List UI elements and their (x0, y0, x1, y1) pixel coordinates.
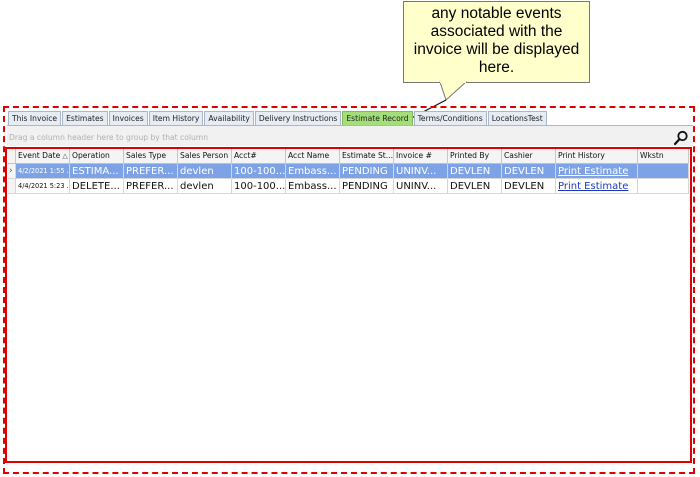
column-header-estimate-status[interactable]: Estimate St... (340, 149, 394, 164)
tab-estimate-record[interactable]: Estimate Record (342, 111, 413, 125)
cell-operation[interactable]: DELETE... (70, 179, 124, 194)
column-header-print-history[interactable]: Print History (556, 149, 638, 164)
cell-printed-by[interactable]: DEVLEN (448, 164, 502, 179)
magnifier-icon[interactable] (673, 130, 689, 146)
sort-ascending-icon: △ (62, 152, 68, 160)
cell-sales-type[interactable]: PREFER... (124, 164, 178, 179)
tab-locations-test[interactable]: LocationsTest (487, 111, 547, 125)
tab-estimates[interactable]: Estimates (62, 111, 108, 125)
cell-event-date[interactable]: 4/4/2021 5:23 ... (16, 179, 70, 194)
cell-sales-person[interactable]: devlen (178, 179, 232, 194)
column-header-printed-by[interactable]: Printed By (448, 149, 502, 164)
row-indicator-header (8, 149, 16, 164)
tab-this-invoice[interactable]: This Invoice (8, 111, 62, 125)
group-by-hint: Drag a column header here to group by th… (9, 133, 209, 142)
cell-event-date[interactable]: 4/2/2021 1:55 ... (16, 164, 70, 179)
cell-wkstn[interactable] (638, 179, 689, 194)
tab-delivery-instructions[interactable]: Delivery Instructions (254, 111, 342, 125)
callout-line: here. (478, 59, 515, 76)
cell-acct-number[interactable]: 100-100... (232, 179, 286, 194)
print-estimate-link[interactable]: Print Estimate (558, 166, 628, 177)
column-header-acct-number[interactable]: Acct# (232, 149, 286, 164)
tab-item-history[interactable]: Item History (148, 111, 204, 125)
cell-sales-person[interactable]: devlen (178, 164, 232, 179)
callout-line: any notable events (431, 5, 562, 22)
cell-invoice-number[interactable]: UNINV... (394, 164, 448, 179)
cell-estimate-status[interactable]: PENDING (340, 164, 394, 179)
tab-availability[interactable]: Availability (204, 111, 254, 125)
column-header-acct-name[interactable]: Acct Name (286, 149, 340, 164)
column-header-event-date[interactable]: Event Date △ (16, 149, 70, 164)
column-header-operation[interactable]: Operation (70, 149, 124, 164)
cell-print-history: Print Estimate (556, 179, 638, 194)
cell-cashier[interactable]: DEVLEN (502, 179, 556, 194)
column-header-cashier[interactable]: Cashier (502, 149, 556, 164)
column-header-label: Event Date (18, 151, 61, 160)
annotation-callout: any notable events associated with the i… (403, 1, 590, 83)
cell-sales-type[interactable]: PREFER... (124, 179, 178, 194)
cell-cashier[interactable]: DEVLEN (502, 164, 556, 179)
group-by-panel[interactable]: Drag a column header here to group by th… (7, 126, 693, 146)
cell-invoice-number[interactable]: UNINV... (394, 179, 448, 194)
cell-acct-name[interactable]: Embass... (286, 164, 340, 179)
row-indicator (8, 179, 16, 194)
tab-invoices[interactable]: Invoices (108, 111, 148, 125)
tab-terms-conditions[interactable]: Terms/Conditions (413, 111, 487, 125)
annotation-grid-frame (5, 147, 692, 463)
cell-printed-by[interactable]: DEVLEN (448, 179, 502, 194)
cell-print-history: Print Estimate (556, 164, 638, 179)
callout-line: invoice will be displayed (413, 41, 580, 58)
column-header-sales-type[interactable]: Sales Type (124, 149, 178, 164)
print-estimate-link[interactable]: Print Estimate (558, 181, 628, 192)
tab-strip: This Invoice Estimates Invoices Item His… (8, 111, 548, 125)
cell-acct-name[interactable]: Embass... (286, 179, 340, 194)
cell-acct-number[interactable]: 100-100... (232, 164, 286, 179)
callout-line: associated with the (430, 23, 563, 40)
current-row-indicator-icon: › (8, 164, 16, 179)
column-header-sales-person[interactable]: Sales Person (178, 149, 232, 164)
cell-operation[interactable]: ESTIMA... (70, 164, 124, 179)
column-header-wkstn[interactable]: Wkstn (638, 149, 689, 164)
cell-estimate-status[interactable]: PENDING (340, 179, 394, 194)
column-header-invoice-number[interactable]: Invoice # (394, 149, 448, 164)
cell-wkstn[interactable] (638, 164, 689, 179)
